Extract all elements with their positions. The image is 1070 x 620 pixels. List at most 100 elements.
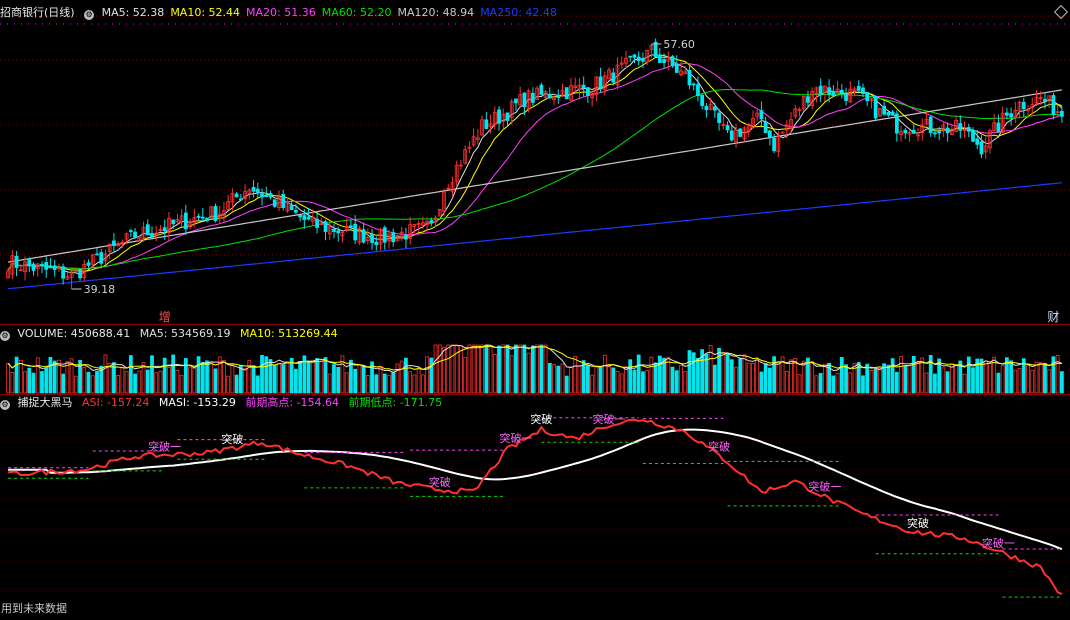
volume-bar: [746, 362, 751, 394]
volume-bar: [607, 366, 611, 394]
candle-body: [636, 56, 641, 62]
volume-bar: [725, 353, 730, 394]
volume-bar: [911, 355, 916, 394]
main-panel-header: 招商银行(日线) ⚙ MA5: 52.38 MA10: 52.44 MA20: 51…: [0, 5, 569, 21]
volume-bar: [657, 355, 662, 394]
volume-bar: [200, 362, 205, 394]
stock-chart[interactable]: 57.6039.18 增财 突破突破一突破突破一突破突破一突破突破一突破突破一突…: [0, 0, 1070, 620]
volume-bar: [395, 363, 400, 394]
gear-icon[interactable]: ⚙: [84, 10, 95, 20]
volume-bar: [124, 371, 129, 394]
ma-legend: MA5: 52.38 MA10: 52.44 MA20: 51.36 MA60: 52…: [102, 6, 563, 19]
candle-body: [738, 128, 743, 137]
candle-body: [687, 69, 692, 86]
volume-bar: [133, 373, 137, 394]
volume-bar: [213, 368, 218, 394]
volume-bar: [281, 364, 286, 394]
candle-body: [145, 224, 150, 236]
volume-bar: [82, 367, 87, 394]
candle-body: [806, 96, 810, 103]
panel-divider: [0, 324, 1070, 325]
volume-bar: [353, 368, 358, 394]
volume-bar: [391, 371, 396, 394]
candle-body: [729, 130, 734, 141]
volume-bar: [442, 346, 446, 394]
volume-bar: [387, 374, 391, 394]
volume-bar: [492, 354, 497, 394]
volume-bar: [776, 360, 781, 394]
asi-value: ASI: -157.24: [82, 396, 150, 409]
volume-bar: [31, 372, 36, 394]
candle-body: [725, 125, 730, 131]
volume-bar: [332, 364, 336, 394]
candle-body: [294, 209, 298, 213]
volume-bar: [44, 367, 49, 394]
volume-bar: [52, 360, 57, 394]
candle-body: [704, 105, 709, 111]
candle-body: [628, 55, 633, 58]
volume-bar: [886, 364, 891, 394]
volume-bar: [1013, 369, 1018, 394]
volume-bar: [179, 374, 184, 394]
candle-body: [183, 212, 188, 230]
volume-bar: [40, 371, 44, 394]
stock-title[interactable]: 招商银行(日线): [0, 6, 75, 19]
candle-body: [374, 241, 379, 246]
volume-bar: [315, 358, 319, 394]
volume-bar: [509, 355, 514, 394]
volume-bar: [120, 366, 125, 394]
candle-body: [14, 255, 19, 268]
volume-bar: [23, 371, 27, 394]
volume-bar: [636, 354, 641, 394]
candle-body: [315, 218, 319, 228]
candle-body: [1009, 113, 1013, 118]
volume-bar: [586, 365, 590, 394]
candle-body: [911, 129, 916, 134]
candle-body: [564, 87, 569, 100]
candle-body: [505, 112, 510, 121]
volume-bar: [158, 370, 163, 394]
candle-body: [1004, 112, 1009, 116]
candle-body: [370, 233, 374, 243]
breakout-label: 突破一: [808, 480, 841, 494]
volume-bar: [818, 373, 823, 394]
candle-body: [522, 92, 527, 108]
candle-body: [200, 216, 205, 219]
volume-bar: [255, 375, 260, 394]
candle-body: [382, 227, 387, 243]
volume-bar: [420, 374, 425, 394]
moving-average-lines: [7, 54, 1063, 290]
candle-body: [839, 89, 844, 95]
volume-bar: [497, 345, 501, 394]
volume-bar: [983, 360, 988, 394]
volume-ma10: MA10: 513269.44: [239, 327, 338, 340]
prev-low-value: 前期低点: -171.75: [348, 396, 443, 409]
volume-bar: [264, 356, 269, 394]
candle-body: [844, 93, 848, 101]
gear-icon[interactable]: ⚙: [0, 331, 10, 341]
volume-panel-header: ⚙ VOLUME: 450688.41 MA5: 534569.19 MA10:…: [0, 326, 344, 342]
volume-bar: [801, 360, 806, 394]
volume-bar: [243, 368, 247, 394]
candle-body: [171, 219, 176, 225]
candle-body: [928, 116, 933, 133]
breakout-label: 突破一: [982, 536, 1015, 550]
volume-bar: [734, 366, 738, 394]
candle-body: [700, 94, 705, 106]
volume-bar: [962, 373, 967, 394]
candle-body: [99, 252, 104, 264]
volume-bar: [691, 352, 696, 394]
volume-bar: [323, 357, 328, 394]
volume-bar: [1043, 362, 1047, 394]
volume-bar: [463, 357, 468, 394]
gear-icon[interactable]: ⚙: [0, 400, 10, 410]
volume-bar: [894, 371, 899, 394]
volume-bar: [814, 375, 819, 394]
indicator-title[interactable]: 捕捉大黑马: [18, 396, 73, 409]
volume-bar: [365, 375, 370, 394]
volume-bar: [1038, 362, 1043, 394]
candle-body: [323, 221, 328, 233]
volume-bar: [319, 360, 324, 394]
volume-bar: [645, 370, 650, 394]
candle-body: [890, 111, 895, 116]
